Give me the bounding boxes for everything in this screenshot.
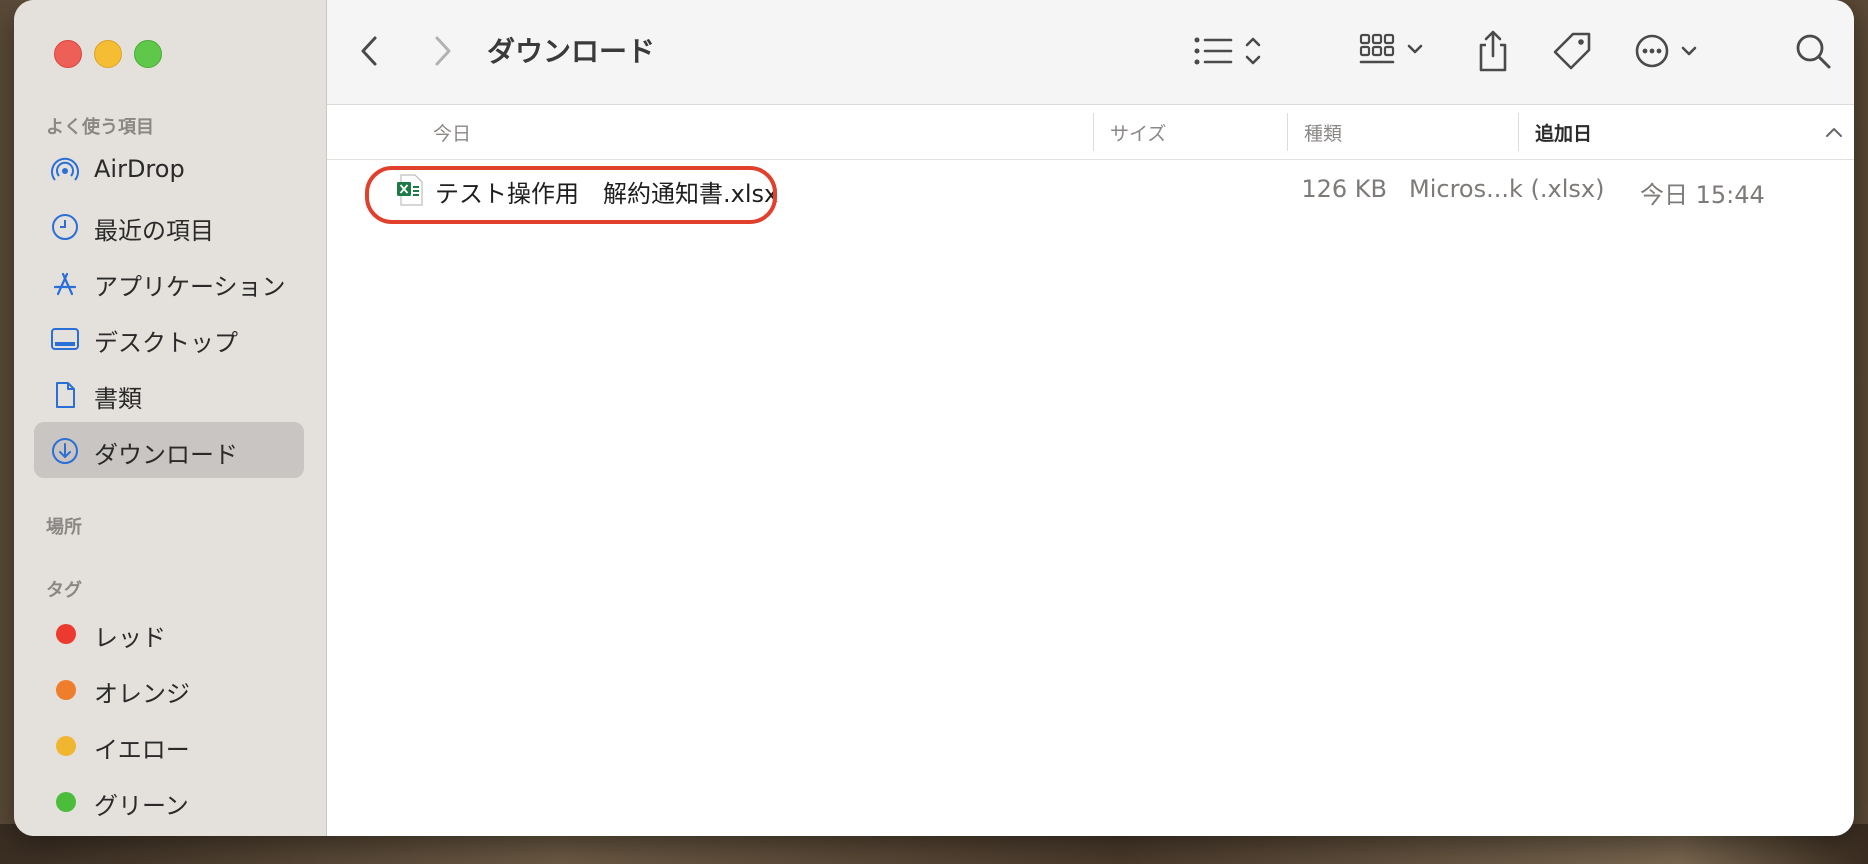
column-divider xyxy=(1518,113,1519,151)
tags-section-label: タグ xyxy=(46,580,82,601)
tag-icon[interactable] xyxy=(1549,28,1595,74)
window-title: ダウンロード xyxy=(487,35,656,68)
sidebar-item-airdrop[interactable]: AirDrop xyxy=(34,142,304,198)
document-icon xyxy=(56,382,75,408)
sidebar: よく使う項目 AirDrop 最近の項目 アプリケーション デスクトップ 書類 … xyxy=(14,0,327,836)
sidebar-tag-yellow[interactable]: イエロー xyxy=(34,717,304,773)
column-date-added[interactable]: 追加日 xyxy=(1535,119,1592,146)
zoom-button[interactable] xyxy=(134,40,162,68)
close-button[interactable] xyxy=(54,40,82,68)
airdrop-icon xyxy=(51,157,79,181)
group-icon[interactable] xyxy=(1359,28,1431,74)
sidebar-tag-orange[interactable]: オレンジ xyxy=(34,661,304,717)
column-divider xyxy=(1287,113,1288,151)
sidebar-tag-red[interactable]: レッド xyxy=(34,605,304,661)
sidebar-item-documents[interactable]: 書類 xyxy=(34,366,304,422)
sidebar-tag-green[interactable]: グリーン xyxy=(34,773,304,829)
sidebar-item-label: AirDrop xyxy=(94,155,185,183)
sidebar-item-label: オレンジ xyxy=(94,680,190,708)
highlight-annotation xyxy=(365,166,777,224)
forward-icon[interactable] xyxy=(427,28,457,74)
column-size[interactable]: サイズ xyxy=(1110,119,1166,146)
sidebar-item-label: アプリケーション xyxy=(94,273,286,301)
sidebar-item-label: 最近の項目 xyxy=(94,217,214,245)
column-divider xyxy=(1093,113,1094,151)
sort-ascending-icon[interactable] xyxy=(1825,125,1843,139)
sidebar-item-label: グリーン xyxy=(94,792,189,820)
sidebar-item-applications[interactable]: アプリケーション xyxy=(34,254,304,310)
sidebar-item-recents[interactable]: 最近の項目 xyxy=(34,198,304,254)
toolbar: ダウンロード xyxy=(327,0,1854,105)
sidebar-item-desktop[interactable]: デスクトップ xyxy=(34,310,304,366)
red-tag-dot-icon xyxy=(56,624,76,644)
apps-icon xyxy=(53,272,77,296)
yellow-tag-dot-icon xyxy=(56,736,76,756)
download-icon xyxy=(52,438,78,464)
favorites-section-label: よく使う項目 xyxy=(46,117,154,138)
minimize-button[interactable] xyxy=(94,40,122,68)
file-kind: Micros...k (.xlsx) xyxy=(1409,175,1605,203)
list-view-icon[interactable] xyxy=(1193,28,1265,74)
locations-section-label: 場所 xyxy=(46,517,82,538)
share-icon[interactable] xyxy=(1473,28,1513,74)
sidebar-item-downloads[interactable]: ダウンロード xyxy=(34,422,304,478)
finder-window: よく使う項目 AirDrop 最近の項目 アプリケーション デスクトップ 書類 … xyxy=(14,0,1854,836)
clock-icon xyxy=(52,214,78,240)
orange-tag-dot-icon xyxy=(56,680,76,700)
sidebar-item-label: 書類 xyxy=(94,385,142,413)
more-icon[interactable] xyxy=(1633,28,1705,74)
back-icon[interactable] xyxy=(355,28,385,74)
column-header: 今日 サイズ 種類 追加日 xyxy=(327,105,1854,160)
search-icon[interactable] xyxy=(1793,28,1833,74)
sidebar-item-label: デスクトップ xyxy=(94,329,238,357)
green-tag-dot-icon xyxy=(56,792,76,812)
sidebar-item-label: イエロー xyxy=(94,736,190,764)
file-date-added: 今日 15:44 xyxy=(1640,181,1765,209)
desktop-icon xyxy=(51,328,79,350)
column-kind[interactable]: 種類 xyxy=(1304,119,1342,146)
sidebar-item-label: ダウンロード xyxy=(94,441,238,469)
file-size: 126 KB xyxy=(1301,175,1387,203)
sidebar-item-label: レッド xyxy=(94,624,166,652)
column-name[interactable]: 今日 xyxy=(433,119,471,146)
